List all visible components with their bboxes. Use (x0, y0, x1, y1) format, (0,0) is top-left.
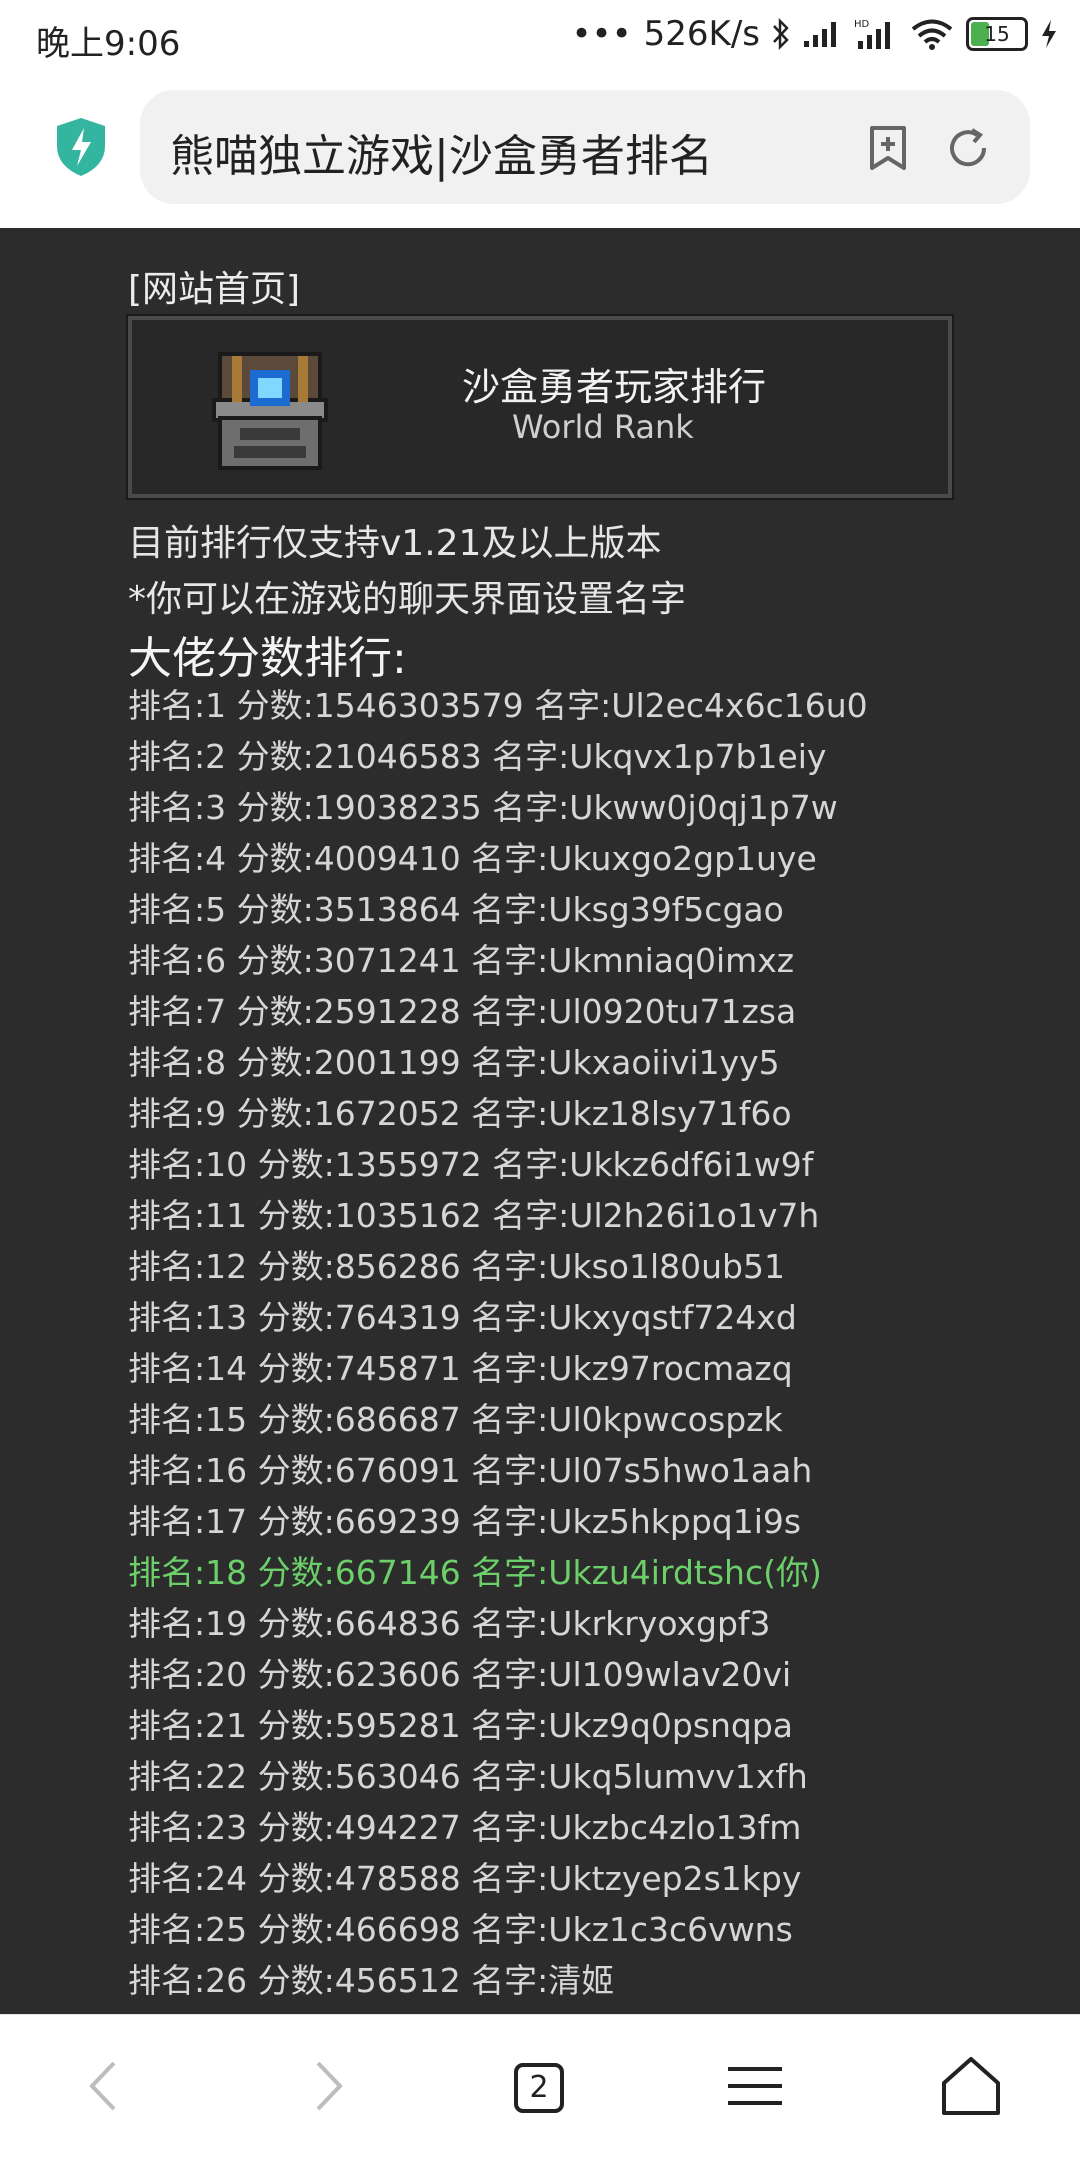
tabs-button[interactable]: 2 (514, 2063, 564, 2113)
status-bar: 晚上9:06 ••• 526K/s HD 15 (0, 0, 1080, 80)
battery-icon: 15 (966, 17, 1028, 51)
rank-row: 排名:11 分数:1035162 名字:Ul2h26i1o1v7h (128, 1196, 820, 1235)
rank-row: 排名:25 分数:466698 名字:Ukz1c3c6vwns (128, 1910, 793, 1949)
status-icons: ••• 526K/s HD 15 (571, 14, 1058, 54)
rank-row: 排名:20 分数:623606 名字:Ul109wlav20vi (128, 1655, 792, 1694)
rank-heading: 大佬分数排行: (128, 633, 407, 684)
svg-text:HD: HD (854, 19, 870, 30)
charging-icon (1042, 20, 1056, 48)
menu-icon[interactable] (720, 2051, 790, 2121)
signal-icon (804, 22, 836, 47)
rank-row: 排名:10 分数:1355972 名字:Ukkz6df6i1w9f (128, 1145, 814, 1184)
reload-icon[interactable] (944, 124, 992, 172)
treasure-chest-icon (212, 352, 328, 470)
version-note: 目前排行仅支持v1.21及以上版本 (128, 523, 662, 564)
back-icon[interactable] (70, 2051, 140, 2121)
wifi-icon (911, 19, 953, 50)
browser-bottom-nav: 2 (0, 2014, 1080, 2161)
rank-row: 排名:9 分数:1672052 名字:Ukz18lsy71f6o (128, 1094, 792, 1133)
rank-row: 排名:19 分数:664836 名字:Ukrkryoxgpf3 (128, 1604, 771, 1643)
rank-row: 排名:17 分数:669239 名字:Ukz5hkppq1i9s (128, 1502, 802, 1541)
network-speed: 526K/s (643, 14, 760, 54)
rank-row: 排名:6 分数:3071241 名字:Ukmniaq0imxz (128, 941, 795, 980)
rank-row: 排名:22 分数:563046 名字:Ukq5lumvv1xfh (128, 1757, 808, 1796)
rank-list: 排名:1 分数:1546303579 名字:Ul2ec4x6c16u0 排名:2… (128, 680, 868, 2006)
battery-level: 15 (984, 22, 1010, 46)
rank-row-current-player: 排名:18 分数:667146 名字:Ukzu4irdtshc(你) (128, 1553, 822, 1592)
rank-row: 排名:3 分数:19038235 名字:Ukww0j0qj1p7w (128, 788, 838, 827)
rank-row: 排名:24 分数:478588 名字:Uktzyep2s1kpy (128, 1859, 802, 1898)
name-setting-note: *你可以在游戏的聊天界面设置名字 (128, 579, 687, 620)
page-title[interactable]: 熊喵独立游戏|沙盒勇者排名 (170, 120, 713, 184)
rank-banner: 沙盒勇者玩家排行 World Rank (126, 314, 954, 500)
banner-title: 沙盒勇者玩家排行 (462, 365, 767, 409)
rank-row: 排名:13 分数:764319 名字:Ukxyqstf724xd (128, 1298, 797, 1337)
rank-row: 排名:15 分数:686687 名字:Ul0kpwcospzk (128, 1400, 783, 1439)
hd-signal-icon: HD (854, 19, 890, 49)
web-page: [网站首页] 沙盒勇者玩家排行 World Rank 目前排行仅支持v1.21及… (0, 228, 1080, 2014)
shield-icon[interactable] (54, 116, 108, 178)
address-bar[interactable]: 熊喵独立游戏|沙盒勇者排名 (140, 90, 1030, 204)
home-link[interactable]: [网站首页] (128, 260, 300, 312)
rank-row: 排名:12 分数:856286 名字:Ukso1l80ub51 (128, 1247, 785, 1286)
home-icon[interactable] (936, 2051, 1006, 2121)
rank-row: 排名:4 分数:4009410 名字:Ukuxgo2gp1uye (128, 839, 817, 878)
rank-row: 排名:7 分数:2591228 名字:Ul0920tu71zsa (128, 992, 797, 1031)
forward-icon[interactable] (292, 2051, 362, 2121)
status-time: 晚上9:06 (36, 24, 181, 64)
banner-subtitle: World Rank (512, 408, 694, 446)
rank-row: 排名:26 分数:456512 名字:清姬 (128, 1961, 615, 2000)
rank-row: 排名:1 分数:1546303579 名字:Ul2ec4x6c16u0 (128, 686, 868, 725)
rank-row: 排名:14 分数:745871 名字:Ukz97rocmazq (128, 1349, 793, 1388)
add-bookmark-icon[interactable] (864, 124, 912, 172)
rank-row: 排名:16 分数:676091 名字:Ul07s5hwo1aah (128, 1451, 813, 1490)
rank-row: 排名:5 分数:3513864 名字:Uksg39f5cgao (128, 890, 784, 929)
rank-row: 排名:23 分数:494227 名字:Ukzbc4zlo13fm (128, 1808, 802, 1847)
rank-row: 排名:2 分数:21046583 名字:Ukqvx1p7b1eiy (128, 737, 827, 776)
more-dots-icon: ••• (571, 14, 632, 54)
browser-toolbar: 熊喵独立游戏|沙盒勇者排名 (0, 80, 1080, 228)
rank-row: 排名:21 分数:595281 名字:Ukz9q0psnqpa (128, 1706, 793, 1745)
bluetooth-icon (773, 17, 789, 51)
rank-row: 排名:8 分数:2001199 名字:Ukxaoiivi1yy5 (128, 1043, 780, 1082)
